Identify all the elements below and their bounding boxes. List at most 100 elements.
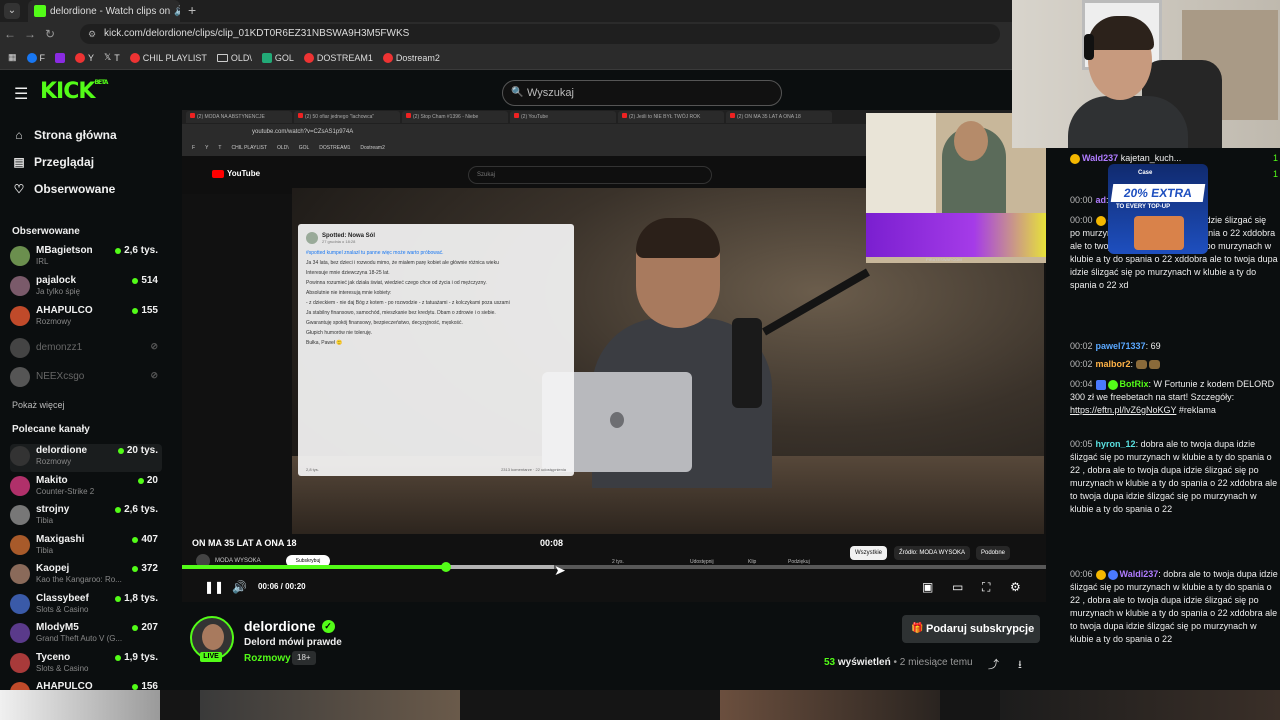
channel-category: Grand Theft Auto V (G...: [36, 634, 123, 643]
back-icon[interactable]: ←: [0, 24, 20, 44]
viewer-count: 1,8 tys.: [115, 593, 158, 604]
recorded-bookmark: Y: [205, 145, 209, 151]
viewer-count: 2,6 tys.: [115, 504, 158, 515]
channel-name: demonzz1: [36, 342, 83, 353]
sidebar-channel-delordione[interactable]: delordione Rozmowy 20 tys.: [10, 444, 162, 472]
bookmark-old-folder[interactable]: OLD\: [216, 53, 252, 63]
chat-message: 00:05 hyron_12: dobra ale to twoja dupa i…: [1070, 439, 1278, 514]
kick-logo[interactable]: KICKBETA: [40, 79, 108, 104]
treasure-chest-icon: [1134, 216, 1184, 250]
bookmark-x[interactable]: 𝕏T: [104, 52, 120, 63]
avatar: [10, 594, 30, 614]
sidebar-channel-maxigashi[interactable]: Maxigashi Tibia 407: [10, 533, 162, 561]
bookmark-gol[interactable]: GOL: [261, 52, 294, 63]
search-placeholder: Wyszukaj: [527, 87, 574, 99]
browse-icon: ▤: [13, 155, 25, 169]
bookmark-dostream2[interactable]: Dostream2: [382, 52, 440, 63]
microphone: [732, 318, 762, 408]
gift-sub-button[interactable]: 🎁 Podaruj subskrypcje: [902, 615, 1040, 643]
bookmarks-bar: ▦ F Y 𝕏T CHIL PLAYLIST OLD\ GOL DOSTREAM…: [0, 46, 1012, 70]
chat-timestamp: 00:00: [1070, 215, 1093, 225]
recorded-tab: (2) ON MA 35 LAT A ONA 18: [726, 111, 832, 123]
sidebar-channel-demonzz1[interactable]: demonzz1 ⊘: [10, 336, 162, 364]
volume-icon[interactable]: 🔊: [232, 580, 247, 594]
show-more-link[interactable]: Pokaż więcej: [12, 400, 65, 410]
search-input[interactable]: 🔍 Wyszukaj: [502, 80, 782, 106]
chat-username[interactable]: BotRix: [1120, 379, 1149, 389]
share-icon[interactable]: ⤴: [988, 656, 999, 672]
bookmark-y[interactable]: Y: [75, 52, 94, 63]
chat-username[interactable]: hyron_12: [1096, 439, 1136, 449]
bookmark-f[interactable]: F: [26, 52, 45, 63]
channel-category: IRL: [36, 257, 49, 266]
chat-username[interactable]: ad: [1096, 195, 1107, 205]
live-dot-icon: [132, 565, 139, 572]
sidebar-channel-makito[interactable]: Makito Counter-Strike 2 20: [10, 474, 162, 502]
fullscreen-icon[interactable]: ⛶: [982, 580, 990, 595]
chat-username[interactable]: pawel71337: [1096, 341, 1146, 351]
live-dot-icon: [115, 247, 122, 254]
seek-played-fill: [182, 565, 447, 569]
settings-icon[interactable]: ⚙: [1010, 580, 1021, 594]
chat-link[interactable]: https://eftn.pl/lvZ6gNoKGY: [1070, 405, 1176, 415]
chat-username[interactable]: malbor2: [1096, 359, 1131, 369]
sidebar-channel-classybeef[interactable]: Classybeef Slots & Casino 1,8 tys.: [10, 592, 162, 620]
sidebar-channel-tyceno[interactable]: Tyceno Slots & Casino 1,9 tys.: [10, 651, 162, 679]
browser-tab-active[interactable]: delordione - Watch clips on 🔊 ✕: [28, 0, 180, 22]
url-field[interactable]: ⚙ kick.com/delordione/clips/clip_01KDT0R…: [80, 24, 1000, 44]
sidebar-channel-mbagietson[interactable]: MBagietson IRL 2,6 tys.: [10, 244, 162, 272]
sidebar: ⌂ Strona główna ▤ Przeglądaj ♡ Obserwowane Obs…: [0, 114, 172, 702]
channel-category: Rozmowy: [36, 317, 72, 326]
tab-search-button[interactable]: ⌄: [4, 3, 20, 19]
gift-icon: 🎁: [911, 623, 924, 634]
channel-name: Kaopej: [36, 563, 70, 574]
new-tab-button[interactable]: +: [188, 0, 202, 22]
forward-icon[interactable]: →: [20, 24, 40, 44]
sidebar-channel-neexcsgo[interactable]: NEEXcsgo ⊘: [10, 365, 162, 393]
avatar: [10, 246, 30, 266]
verified-badge-icon: [1107, 379, 1118, 390]
pause-icon[interactable]: ❚❚: [204, 580, 224, 594]
apps-grid-icon[interactable]: ▦: [8, 52, 17, 63]
viewer-count: 155: [132, 305, 158, 316]
nav-home[interactable]: ⌂ Strona główna: [12, 128, 116, 142]
mouse-cursor-icon: ➤: [554, 562, 566, 578]
sidebar-channel-mlodym5[interactable]: MlodyM5 Grand Theft Auto V (G... 207: [10, 621, 162, 649]
pip-icon[interactable]: ▣: [922, 580, 933, 594]
theater-icon[interactable]: ▭: [952, 580, 963, 594]
bot-badge-icon: [1095, 379, 1106, 390]
clip-category[interactable]: Rozmowy: [244, 653, 291, 664]
seek-bar[interactable]: [182, 562, 1046, 572]
seek-handle[interactable]: [441, 562, 452, 572]
facebook-post-overlay: Spotted: Nowa Sól 27 grudnia o 18:28 #spo…: [298, 224, 574, 476]
download-icon[interactable]: ⭳: [1018, 656, 1022, 675]
chat-username[interactable]: Waldi237: [1120, 569, 1159, 579]
live-dot-icon: [132, 307, 139, 314]
channel-name[interactable]: delordione ✓: [244, 618, 335, 634]
menu-icon[interactable]: ☰: [14, 84, 28, 104]
bookmark-chil-playlist[interactable]: CHIL PLAYLIST: [129, 52, 207, 63]
live-dot-icon: [117, 447, 124, 454]
sidebar-channel-strojny[interactable]: strojny Tibia 2,6 tys.: [10, 503, 162, 531]
nav-browse[interactable]: ▤ Przeglądaj: [12, 155, 94, 169]
url-text: kick.com/delordione/clips/clip_01KDT0R6E…: [104, 28, 410, 39]
channel-category: Tibia: [36, 546, 54, 555]
reload-icon[interactable]: ↻: [40, 24, 60, 44]
bookmark-twitch[interactable]: [55, 52, 66, 63]
nav-following[interactable]: ♡ Obserwowane: [12, 182, 116, 196]
sidebar-channel-pajalock[interactable]: pajalock Ja tylko śpię 514: [10, 274, 162, 302]
live-dot-icon: [132, 277, 139, 284]
site-info-icon[interactable]: ⚙: [88, 24, 96, 44]
speaker-icon: 🔊: [174, 6, 180, 17]
site-header: ☰ KICKBETA 🔍 Wyszukaj: [0, 70, 1012, 114]
avatar: [10, 476, 30, 496]
bookmark-dostream1[interactable]: DOSTREAM1: [303, 52, 373, 63]
live-dot-icon: [132, 683, 139, 690]
recorded-bookmark: T: [218, 145, 222, 151]
sidebar-channel-kaopej[interactable]: Kaopej Kao the Kangaroo: Ro... 372: [10, 562, 162, 590]
tab-title: delordione - Watch clips on: [50, 5, 171, 17]
avatar: [10, 535, 30, 555]
sidebar-channel-ahapulco[interactable]: AHAPULCO Rozmowy 155: [10, 304, 162, 332]
promo-banner: [866, 213, 1046, 257]
player-controls: ❚❚ 🔊 00:06 / 00:20 ▣ ▭ ⛶ ⚙: [182, 572, 1046, 602]
